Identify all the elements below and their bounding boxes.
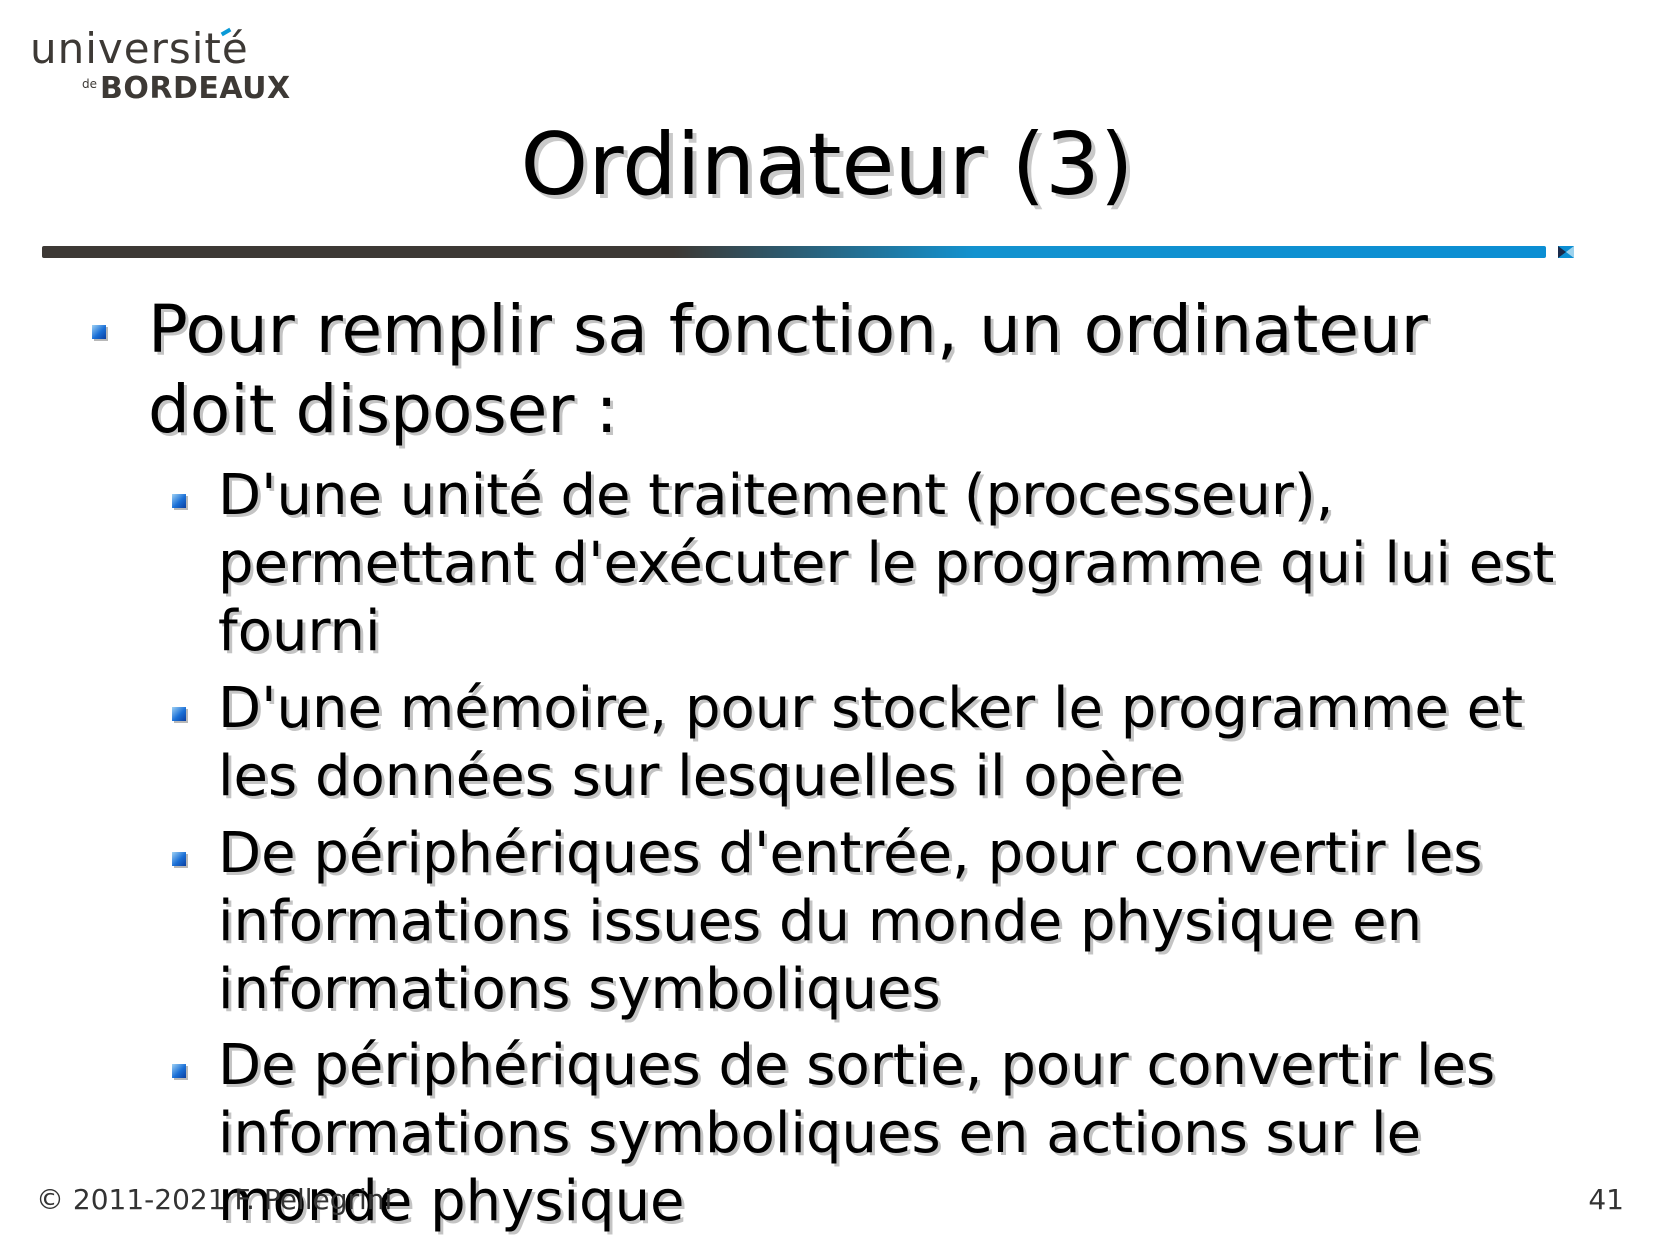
slide-title: Ordinateur (3) xyxy=(520,115,1134,215)
footer-copyright: © 2011-2021 F. Pellegrini xyxy=(36,1183,393,1216)
university-logo: université de BORDEAUX xyxy=(30,24,290,108)
sub-bullet-text: De périphériques d'entrée, pour converti… xyxy=(218,821,1483,1022)
logo-bordeaux-text: BORDEAUX xyxy=(100,71,291,106)
sub-bullet-text: D'une unité de traitement (processeur), … xyxy=(218,463,1555,664)
sub-bullet-icon xyxy=(172,494,186,508)
sub-bullet-icon xyxy=(172,707,186,721)
main-bullet-icon xyxy=(92,325,106,339)
sub-bullet-icon xyxy=(172,852,186,866)
sub-bullet-text: De périphériques de sortie, pour convert… xyxy=(218,1033,1496,1234)
title-divider xyxy=(42,246,1546,258)
logo-universite-text: université xyxy=(30,24,249,73)
main-bullet-text: Pour remplir sa fonction, un ordinateur … xyxy=(148,291,1428,448)
sub-bullet-text: D'une mémoire, pour stocker le programme… xyxy=(218,676,1524,809)
logo-de-text: de xyxy=(82,77,97,91)
footer-page-number: 41 xyxy=(1588,1183,1624,1216)
divider-end-icon xyxy=(1558,246,1574,258)
sub-bullet-icon xyxy=(172,1064,186,1078)
